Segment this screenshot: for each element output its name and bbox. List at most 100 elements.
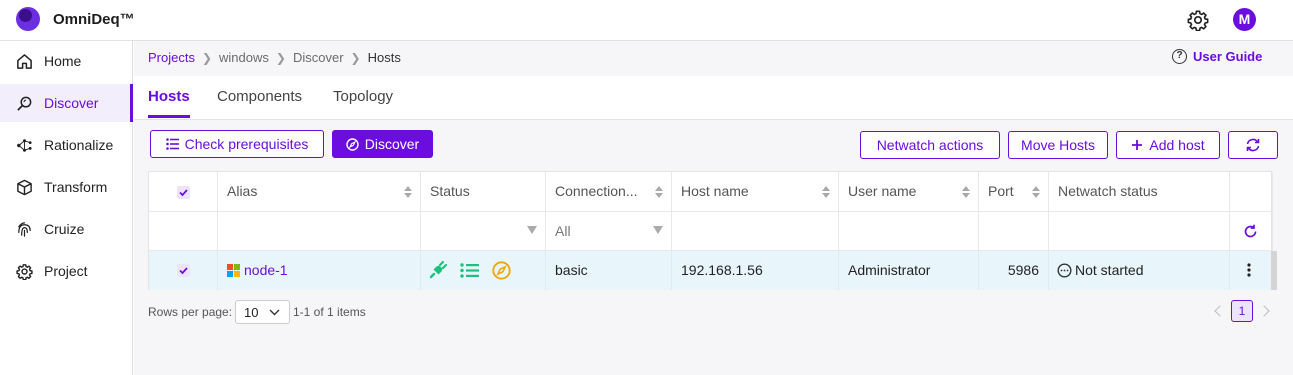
tab-hosts[interactable]: Hosts — [148, 88, 190, 118]
user-avatar[interactable]: M — [1233, 8, 1256, 31]
filter-cell — [1230, 212, 1273, 251]
connection-value: basic — [555, 262, 588, 278]
chevron-right-icon: ❯ — [201, 50, 213, 65]
discover-button[interactable]: Discover — [332, 130, 433, 158]
discover-icon — [17, 96, 32, 111]
filter-cell — [1049, 212, 1230, 251]
rows-per-page-select[interactable]: 10 — [235, 300, 290, 324]
sort-icon[interactable] — [962, 186, 970, 198]
column-label: Connection... — [555, 183, 638, 199]
row-checkbox[interactable] — [177, 264, 190, 277]
rows-per-page-label: Rows per page: — [148, 305, 233, 319]
column-header-actions — [1230, 172, 1273, 212]
sort-icon[interactable] — [822, 186, 830, 198]
filter-icon[interactable] — [527, 226, 537, 234]
page-button-current[interactable]: 1 — [1231, 300, 1253, 322]
sidebar-item-project[interactable]: Project — [0, 252, 133, 290]
row-select-cell — [149, 251, 218, 290]
compass-icon[interactable] — [492, 261, 511, 280]
more-vertical-icon[interactable] — [1247, 263, 1251, 277]
app-name: OmniDeq™ — [53, 11, 135, 28]
host-name-value: 192.168.1.56 — [681, 262, 763, 278]
home-icon — [17, 54, 32, 69]
discover-label: Discover — [364, 136, 420, 152]
settings-gear-icon[interactable] — [1187, 9, 1209, 31]
cube-icon — [17, 179, 32, 196]
compass-icon — [346, 137, 359, 151]
netwatch-status-value: Not started — [1075, 262, 1144, 278]
sidebar-item-label: Project — [44, 263, 88, 279]
status-filter[interactable] — [421, 212, 546, 251]
netwatch-actions-label: Netwatch actions — [876, 137, 984, 153]
refresh-icon[interactable] — [1243, 224, 1258, 239]
select-all-checkbox[interactable] — [177, 186, 190, 199]
filter-cell — [979, 212, 1049, 251]
breadcrumb: Projects ❯ windows ❯ Discover ❯ Hosts — [148, 50, 401, 65]
breadcrumb-discover[interactable]: Discover — [293, 50, 344, 65]
sidebar-item-label: Home — [44, 53, 82, 69]
breadcrumb-projects[interactable]: Projects — [148, 50, 195, 65]
host-name-cell: 192.168.1.56 — [672, 251, 839, 290]
plus-icon — [1132, 140, 1143, 150]
sidebar-item-rationalize[interactable]: Rationalize — [0, 126, 133, 164]
status-cell — [421, 251, 546, 290]
column-header-host-name[interactable]: Host name — [672, 172, 839, 212]
tab-bar: Hosts Components Topology — [134, 76, 1293, 120]
plug-icon[interactable] — [428, 260, 448, 280]
sidebar-item-label: Transform — [44, 179, 108, 195]
column-header-user-name[interactable]: User name — [839, 172, 979, 212]
sidebar-item-label: Rationalize — [44, 137, 114, 153]
rationalize-icon — [17, 139, 32, 152]
sort-icon[interactable] — [1032, 186, 1040, 198]
tab-components[interactable]: Components — [217, 88, 302, 105]
sort-icon[interactable] — [404, 186, 412, 198]
refresh-button[interactable] — [1228, 131, 1278, 159]
column-header-port[interactable]: Port — [979, 172, 1049, 212]
check-icon — [179, 189, 188, 197]
check-prerequisites-button[interactable]: Check prerequisites — [150, 130, 324, 158]
sidebar-item-label: Cruize — [44, 221, 85, 237]
connection-filter[interactable]: All — [546, 212, 672, 251]
column-label: Netwatch status — [1058, 183, 1158, 199]
filter-cell — [839, 212, 979, 251]
move-hosts-label: Move Hosts — [1021, 137, 1095, 153]
list-icon[interactable] — [460, 263, 479, 278]
netwatch-actions-button[interactable]: Netwatch actions — [860, 131, 1000, 159]
user-name-value: Administrator — [848, 262, 931, 278]
column-header-netwatch-status[interactable]: Netwatch status — [1049, 172, 1230, 212]
add-host-button[interactable]: Add host — [1116, 131, 1220, 159]
port-value: 5986 — [1007, 262, 1039, 278]
move-hosts-button[interactable]: Move Hosts — [1008, 131, 1108, 159]
port-cell: 5986 — [979, 251, 1049, 290]
table-scrollbar[interactable] — [1271, 251, 1277, 290]
rows-per-page-value: 10 — [244, 305, 259, 320]
user-guide-link[interactable]: ? User Guide — [1172, 49, 1262, 64]
column-label: Status — [430, 183, 470, 199]
sort-icon[interactable] — [655, 186, 663, 198]
sidebar-item-transform[interactable]: Transform — [0, 168, 133, 206]
column-header-status[interactable]: Status — [421, 172, 546, 212]
next-page-icon[interactable] — [1258, 305, 1270, 317]
chevron-down-icon — [269, 309, 280, 316]
alias-cell: node-1 — [218, 251, 421, 290]
column-header-connection[interactable]: Connection... — [546, 172, 672, 212]
breadcrumb-windows[interactable]: windows — [219, 50, 269, 65]
logo-icon[interactable] — [16, 7, 40, 31]
column-label: Port — [988, 183, 1014, 199]
filter-cell — [149, 212, 218, 251]
sidebar-item-home[interactable]: Home — [0, 42, 133, 80]
add-host-label: Add host — [1149, 137, 1205, 153]
tab-topology[interactable]: Topology — [333, 88, 393, 105]
column-label: User name — [848, 183, 917, 199]
sidebar-item-discover[interactable]: Discover — [0, 84, 133, 122]
sidebar-item-cruize[interactable]: Cruize — [0, 210, 133, 248]
top-bar: OmniDeq™ M — [0, 0, 1293, 41]
filter-icon[interactable] — [653, 226, 663, 234]
pagination-range: 1-1 of 1 items — [293, 305, 366, 319]
alias-link[interactable]: node-1 — [244, 262, 288, 278]
help-icon: ? — [1172, 49, 1187, 64]
column-header-alias[interactable]: Alias — [218, 172, 421, 212]
breadcrumb-hosts: Hosts — [367, 50, 401, 65]
table-row[interactable]: node-1 basic 192.168.1.56 Administrator … — [149, 251, 1271, 290]
previous-page-icon[interactable] — [1214, 305, 1226, 317]
